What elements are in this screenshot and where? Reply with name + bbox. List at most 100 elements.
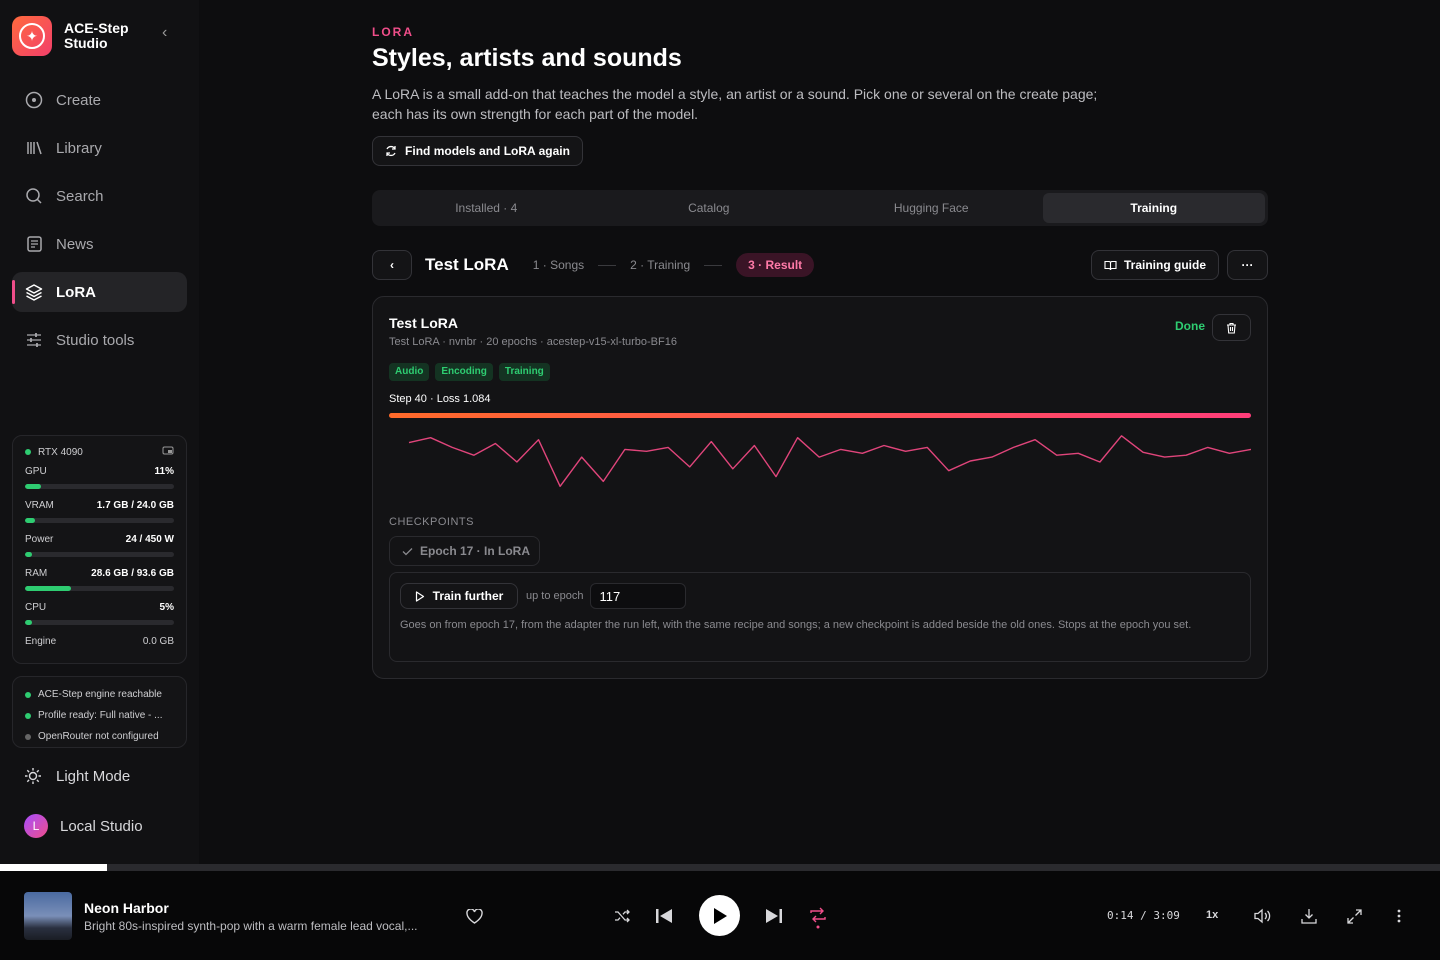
status-engine: ACE-Step engine reachable [25, 684, 174, 705]
training-progress [389, 413, 1251, 418]
wizard-title: Test LoRA [425, 255, 509, 274]
chevron-left-icon: ‹ [390, 258, 394, 272]
heart-icon[interactable] [464, 906, 484, 926]
power-bar-fill [25, 552, 33, 557]
play-button[interactable] [699, 895, 740, 936]
seek-fill [0, 864, 107, 871]
metric-cpu: CPU 5% [25, 601, 174, 625]
player-bar: Neon Harbor Bright 80s-inspired synth-po… [0, 871, 1440, 960]
app-name: ACE-Step Studio [64, 20, 129, 51]
profile-item[interactable]: L Local Studio [12, 806, 187, 846]
skip-back-icon[interactable] [654, 906, 674, 926]
status-openrouter: OpenRouter not configured [25, 726, 174, 747]
sun-icon [24, 767, 44, 785]
more-options-button[interactable]: ··· [1227, 250, 1268, 280]
tab-hugging-face[interactable]: Hugging Face [820, 193, 1043, 223]
download-icon[interactable] [1299, 906, 1319, 926]
light-mode-toggle[interactable]: Light Mode [12, 756, 187, 796]
training-guide-button[interactable]: Training guide [1091, 250, 1219, 280]
playback-seek-bar[interactable] [0, 864, 1440, 871]
status-panel: ACE-Step engine reachable Profile ready:… [12, 676, 187, 748]
sidebar-item-library[interactable]: Library [12, 128, 187, 168]
volume-icon[interactable] [1253, 906, 1273, 926]
library-icon [24, 138, 44, 158]
sidebar-item-news[interactable]: News [12, 224, 187, 264]
back-button[interactable]: ‹ [372, 250, 412, 280]
metric-power: Power 24 / 450 W [25, 533, 174, 557]
brand[interactable]: ✦ ACE-Step Studio [12, 16, 129, 56]
result-subtitle: Test LoRA · nvnbr · 20 epochs · acestep-… [389, 336, 677, 348]
checkpoints-label: CHECKPOINTS [389, 516, 474, 528]
chip-training: Training [498, 363, 550, 381]
chip-audio: Audio [389, 363, 430, 381]
refresh-models-button[interactable]: Find models and LoRA again [372, 136, 583, 166]
collapse-sidebar-icon[interactable]: ‹ [162, 24, 167, 42]
online-dot [25, 448, 31, 455]
expand-icon[interactable] [1344, 906, 1364, 926]
sidebar-item-lora[interactable]: LoRA [12, 272, 187, 312]
page-description: A LoRA is a small add-on that teaches th… [372, 86, 1098, 122]
metric-engine: Engine 0.0 GB [25, 636, 174, 647]
vram-bar-fill [25, 518, 36, 523]
refresh-icon [385, 145, 397, 157]
gpu-bar-fill [25, 484, 42, 489]
train-further-panel: Train further up to epoch Goes on from e… [389, 572, 1251, 662]
play-icon [713, 907, 727, 924]
disc-icon [24, 90, 44, 110]
sliders-icon [24, 330, 44, 350]
result-card: Test LoRA Test LoRA · nvnbr · 20 epochs … [372, 296, 1268, 679]
step-songs[interactable]: 1 · Songs [533, 258, 584, 272]
wizard-steps: ‹ Test LoRA 1 · Songs 2 · Training 3 · R… [372, 250, 1268, 280]
check-icon [402, 547, 413, 556]
result-title: Test LoRA [389, 315, 458, 331]
sidebar-item-search[interactable]: Search [12, 176, 187, 216]
loss-chart [408, 435, 1252, 487]
page-title: Styles, artists and sounds [372, 44, 682, 72]
layers-icon [24, 282, 44, 302]
news-icon [24, 234, 44, 254]
ram-bar-fill [25, 586, 72, 591]
play-outline-icon [415, 590, 425, 602]
metric-vram: VRAM 1.7 GB / 24.0 GB [25, 499, 174, 523]
step-result[interactable]: 3 · Result [736, 253, 815, 277]
delete-button[interactable] [1212, 314, 1251, 341]
playback-rate[interactable]: 1x [1206, 909, 1218, 921]
tab-training[interactable]: Training [1042, 193, 1265, 223]
skip-forward-icon[interactable] [764, 906, 784, 926]
status-badge: Done [1175, 319, 1205, 333]
cpu-bar-fill [25, 620, 33, 625]
avatar: L [24, 814, 48, 838]
app-logo-icon: ✦ [12, 16, 52, 56]
playback-time: 0:14 / 3:09 [1107, 909, 1180, 922]
hardware-panel: RTX 4090 GPU 11% VRAM 1.7 GB / 24.0 GB Pow… [12, 435, 187, 664]
loss-series-line [408, 435, 1252, 487]
trash-icon [1226, 322, 1237, 334]
track-title: Neon Harbor [84, 900, 169, 916]
book-icon [1104, 260, 1117, 271]
sidebar-item-studio-tools[interactable]: Studio tools [12, 320, 187, 360]
sidebar: ✦ ACE-Step Studio ‹ Create Library Searc… [0, 0, 199, 864]
tab-catalog[interactable]: Catalog [598, 193, 821, 223]
sidebar-item-create[interactable]: Create [12, 80, 187, 120]
search-icon [24, 186, 44, 206]
sidebar-nav: Create Library Search News LoRA Studio t… [12, 80, 187, 368]
training-progress-fill [389, 413, 1251, 418]
stage-chips: Audio Encoding Training [389, 363, 1251, 381]
album-cover[interactable] [24, 892, 72, 940]
checkpoint-chip[interactable]: Epoch 17 · In LoRA [389, 536, 540, 566]
monitor-icon[interactable] [162, 446, 174, 459]
up-to-epoch-label: up to epoch [526, 590, 584, 602]
shuffle-icon[interactable] [612, 906, 632, 926]
train-further-button[interactable]: Train further [400, 583, 518, 609]
status-profile: Profile ready: Full native - ... [25, 705, 174, 726]
epoch-input[interactable] [589, 583, 686, 609]
more-vertical-icon[interactable] [1389, 906, 1409, 926]
tab-installed[interactable]: Installed · 4 [375, 193, 598, 223]
lora-tabs: Installed · 4 Catalog Hugging Face Train… [372, 190, 1268, 226]
repeat-icon[interactable] [808, 904, 828, 930]
metric-ram: RAM 28.6 GB / 93.6 GB [25, 567, 174, 591]
chip-encoding: Encoding [435, 363, 493, 381]
metric-gpu: GPU 11% [25, 465, 174, 489]
step-training[interactable]: 2 · Training [630, 258, 690, 272]
track-description: Bright 80s-inspired synth-pop with a war… [84, 919, 418, 933]
